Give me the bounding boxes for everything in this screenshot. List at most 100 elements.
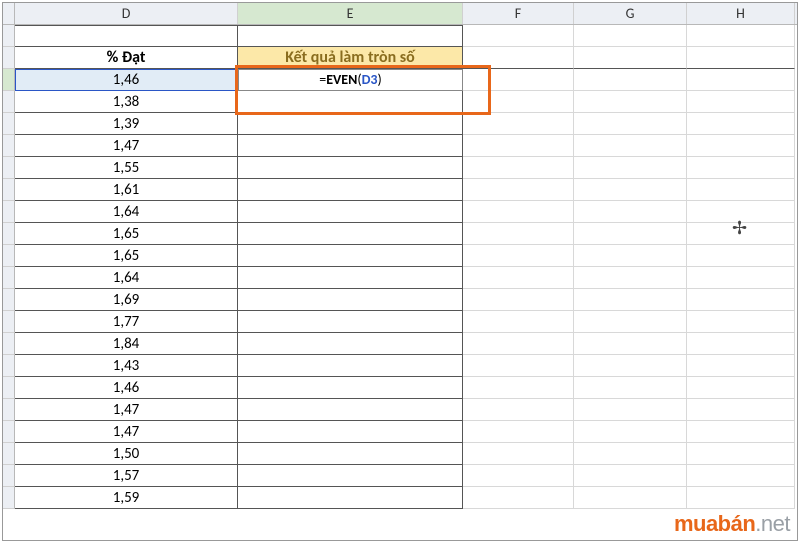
row-header[interactable] xyxy=(3,377,15,399)
cell-F[interactable] xyxy=(463,289,574,311)
cell[interactable] xyxy=(687,25,795,47)
cell-H[interactable] xyxy=(687,245,795,267)
cell-G[interactable] xyxy=(574,157,687,179)
formula-edit-cell[interactable]: =EVEN(D3) xyxy=(238,69,463,91)
cell-D[interactable]: 1,77 xyxy=(15,311,238,333)
row-header[interactable] xyxy=(3,421,15,443)
cell-E[interactable] xyxy=(238,399,463,421)
cell-D[interactable]: 1,46 xyxy=(15,69,238,91)
cell-F[interactable] xyxy=(463,443,574,465)
cell-E[interactable] xyxy=(238,223,463,245)
cell-F[interactable] xyxy=(463,179,574,201)
row-header[interactable] xyxy=(3,289,15,311)
cell-F[interactable] xyxy=(463,91,574,113)
cell-G[interactable] xyxy=(574,91,687,113)
row-header[interactable] xyxy=(3,311,15,333)
cell-D[interactable]: 1,38 xyxy=(15,91,238,113)
cell-F[interactable] xyxy=(463,267,574,289)
row-header[interactable] xyxy=(3,135,15,157)
cell-G[interactable] xyxy=(574,399,687,421)
cell-D[interactable]: 1,69 xyxy=(15,289,238,311)
cell-D[interactable]: 1,64 xyxy=(15,201,238,223)
cell-H[interactable] xyxy=(687,267,795,289)
cell-D[interactable]: 1,39 xyxy=(15,113,238,135)
row-header[interactable] xyxy=(3,399,15,421)
cell-E[interactable] xyxy=(238,487,463,509)
cell-G[interactable] xyxy=(574,289,687,311)
cell-E[interactable] xyxy=(238,465,463,487)
row-header[interactable] xyxy=(3,355,15,377)
row-header[interactable] xyxy=(3,91,15,113)
cell-E[interactable] xyxy=(238,377,463,399)
cell-D[interactable]: 1,65 xyxy=(15,245,238,267)
row-header[interactable] xyxy=(3,245,15,267)
cell-D[interactable]: 1,64 xyxy=(15,267,238,289)
cell-G[interactable] xyxy=(574,377,687,399)
cell-H[interactable] xyxy=(687,311,795,333)
cell-D[interactable]: 1,57 xyxy=(15,465,238,487)
cell-F[interactable] xyxy=(463,113,574,135)
cell-H[interactable] xyxy=(687,377,795,399)
col-header-H[interactable]: H xyxy=(687,3,795,24)
cell-H[interactable] xyxy=(687,201,795,223)
cell[interactable] xyxy=(463,25,574,47)
cell-H[interactable] xyxy=(687,157,795,179)
cell-G[interactable] xyxy=(574,245,687,267)
cell-E[interactable] xyxy=(238,289,463,311)
cell-F[interactable] xyxy=(463,157,574,179)
cell-F[interactable] xyxy=(463,399,574,421)
cell-F[interactable] xyxy=(463,69,574,91)
cell-H[interactable] xyxy=(687,179,795,201)
row-header[interactable] xyxy=(3,25,15,47)
cell-H[interactable] xyxy=(687,487,795,509)
cell-F[interactable] xyxy=(463,223,574,245)
cell-G[interactable] xyxy=(574,179,687,201)
cell-H[interactable] xyxy=(687,443,795,465)
cell-H[interactable] xyxy=(687,333,795,355)
cell[interactable] xyxy=(463,47,574,69)
cell-E[interactable] xyxy=(238,311,463,333)
cell-G[interactable] xyxy=(574,333,687,355)
row-header[interactable] xyxy=(3,223,15,245)
col-header-G[interactable]: G xyxy=(574,3,687,24)
cell-G[interactable] xyxy=(574,135,687,157)
cell-E[interactable] xyxy=(238,267,463,289)
cell[interactable] xyxy=(15,25,238,47)
col-header-D[interactable]: D xyxy=(15,3,238,24)
cell-F[interactable] xyxy=(463,421,574,443)
cell-G[interactable] xyxy=(574,113,687,135)
cell-H[interactable] xyxy=(687,399,795,421)
cell-D[interactable]: 1,47 xyxy=(15,421,238,443)
cell-G[interactable] xyxy=(574,487,687,509)
cell-D[interactable]: 1,59 xyxy=(15,487,238,509)
col-header-E[interactable]: E xyxy=(238,3,463,24)
cell-F[interactable] xyxy=(463,487,574,509)
cell[interactable] xyxy=(687,47,795,69)
cell-D[interactable]: 1,55 xyxy=(15,157,238,179)
cell-G[interactable] xyxy=(574,355,687,377)
row-header[interactable] xyxy=(3,267,15,289)
cell-H[interactable] xyxy=(687,289,795,311)
cell-E[interactable] xyxy=(238,421,463,443)
cell[interactable] xyxy=(574,25,687,47)
cell-F[interactable] xyxy=(463,245,574,267)
corner-cell[interactable] xyxy=(3,3,15,24)
cell-D[interactable]: 1,65 xyxy=(15,223,238,245)
cell-H[interactable] xyxy=(687,355,795,377)
cell-E[interactable] xyxy=(238,157,463,179)
cell-H[interactable] xyxy=(687,223,795,245)
row-header[interactable] xyxy=(3,113,15,135)
cell-G[interactable] xyxy=(574,69,687,91)
cell-H[interactable] xyxy=(687,135,795,157)
cell-E[interactable] xyxy=(238,91,463,113)
row-header[interactable] xyxy=(3,157,15,179)
cell-G[interactable] xyxy=(574,465,687,487)
cell-F[interactable] xyxy=(463,311,574,333)
cell-F[interactable] xyxy=(463,355,574,377)
cell-F[interactable] xyxy=(463,201,574,223)
cell-D[interactable]: 1,47 xyxy=(15,135,238,157)
row-header[interactable] xyxy=(3,201,15,223)
cell-D[interactable]: 1,61 xyxy=(15,179,238,201)
cell-G[interactable] xyxy=(574,223,687,245)
cell[interactable] xyxy=(238,25,463,47)
